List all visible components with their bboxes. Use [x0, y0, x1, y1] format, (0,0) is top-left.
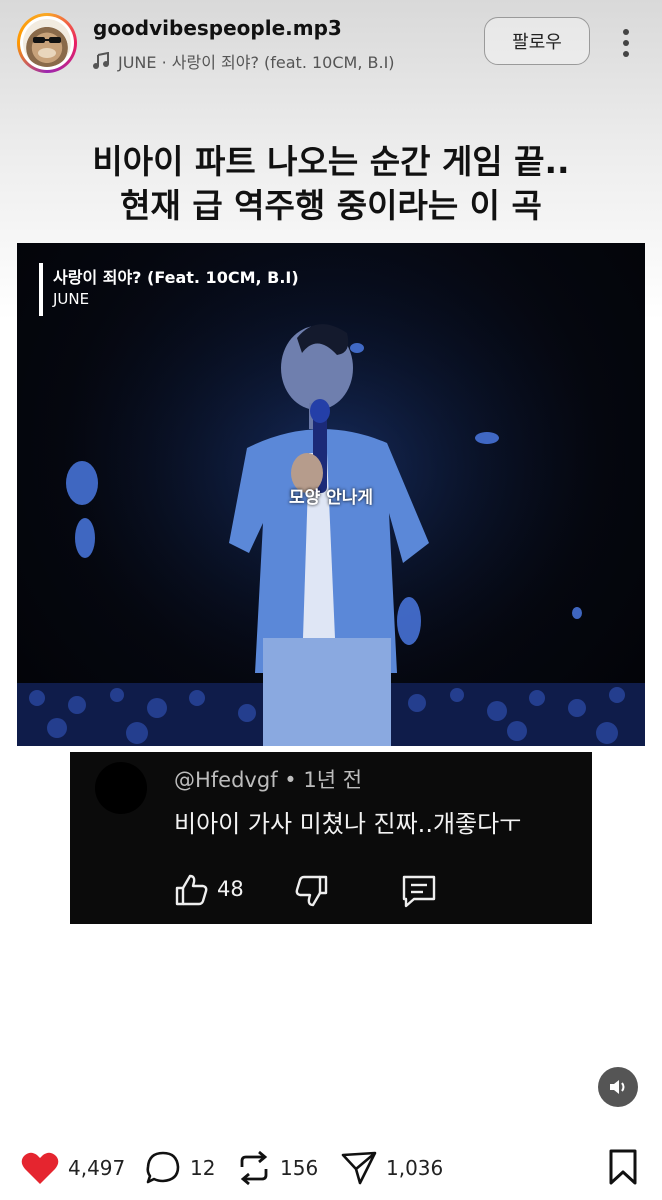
volume-button[interactable] — [598, 1067, 638, 1107]
reply-icon — [402, 875, 436, 908]
comment-time: • 1년 전 — [284, 768, 363, 792]
music-info[interactable]: JUNE · 사랑이 죄야? (feat. 10CM, B.I) — [92, 50, 395, 72]
comment-like-count: 48 — [217, 877, 244, 901]
more-vertical-icon[interactable] — [614, 26, 638, 60]
video-subtitle: 모양 안나게 — [288, 488, 374, 508]
music-label: JUNE · 사랑이 죄야? (feat. 10CM, B.I) — [118, 53, 395, 72]
comment-count: 12 — [190, 1156, 216, 1180]
comment-text: 비아이 가사 미쳤나 진짜..개좋다ㅜ — [174, 810, 522, 838]
post-headline: 비아이 파트 나오는 순간 게임 끝.. 현재 급 역주행 중이라는 이 곡 — [0, 140, 662, 228]
comment-card: @Hfedvgf • 1년 전 비아이 가사 미쳤나 진짜..개좋다ㅜ 48 — [70, 752, 592, 924]
music-note-icon — [93, 52, 109, 69]
video-title-bar — [39, 263, 43, 316]
video-song-title: 사랑이 죄야? (Feat. 10CM, B.I) — [53, 268, 299, 287]
heart-icon — [21, 1152, 59, 1184]
post-header: goodvibespeople.mp3 JUNE · 사랑이 죄야? (feat… — [0, 0, 662, 86]
video-player[interactable]: 사랑이 죄야? (Feat. 10CM, B.I) JUNE 모양 안나게 — [17, 243, 645, 746]
bookmark-icon[interactable] — [607, 1148, 639, 1186]
like-count: 4,497 — [68, 1156, 126, 1180]
action-bar: 4,497 12 156 1,036 — [0, 1144, 662, 1192]
comment-author: @Hfedvgf — [174, 768, 278, 792]
comment-avatar — [95, 762, 147, 814]
like-action[interactable]: 4,497 — [20, 1144, 125, 1192]
share-icon — [341, 1151, 377, 1185]
share-count: 1,036 — [386, 1156, 444, 1180]
follow-button[interactable]: 팔로우 — [484, 17, 590, 65]
headline-line-1: 비아이 파트 나오는 순간 게임 끝.. — [92, 142, 570, 181]
thumbs-up-icon — [175, 874, 208, 906]
thumbs-down-icon — [295, 875, 328, 907]
volume-icon — [610, 1080, 625, 1094]
comment-author-line: @Hfedvgf • 1년 전 — [174, 764, 362, 794]
repost-count: 156 — [280, 1156, 319, 1180]
comment-icon — [146, 1151, 180, 1184]
comment-action[interactable]: 12 — [144, 1144, 215, 1192]
share-action[interactable]: 1,036 — [340, 1144, 443, 1192]
repost-action[interactable]: 156 — [236, 1144, 318, 1192]
avatar[interactable] — [17, 13, 77, 73]
avatar-image — [23, 19, 71, 67]
username[interactable]: goodvibespeople.mp3 — [93, 16, 342, 40]
video-artist: JUNE — [53, 290, 90, 308]
repost-icon — [240, 1150, 268, 1186]
headline-line-2: 현재 급 역주행 중이라는 이 곡 — [120, 186, 542, 225]
